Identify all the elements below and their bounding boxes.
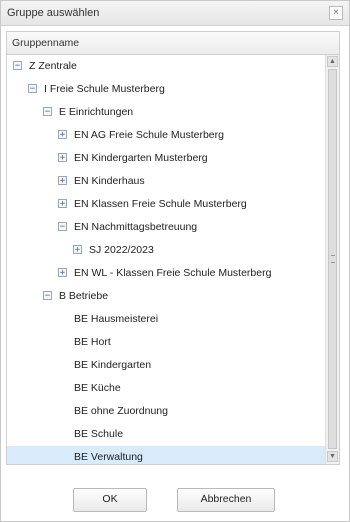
group-tree-panel: Gruppenname − Z Zentrale − I Freie Schule M… — [6, 31, 340, 465]
scroll-up-icon[interactable]: ▲ — [327, 56, 338, 67]
tree-row-label: EN Kindergarten Musterberg — [74, 152, 208, 164]
dialog-titlebar[interactable]: Gruppe auswählen × — [1, 1, 349, 26]
tree-row-label: BE ohne Zuordnung — [74, 405, 168, 417]
tree-row-label: Z Zentrale — [29, 60, 77, 72]
collapse-icon[interactable]: − — [43, 291, 52, 301]
tree-row-label: E Einrichtungen — [59, 106, 134, 118]
tree-row[interactable]: BE Hausmeisterei — [7, 308, 325, 331]
tree-row-label: BE Kindergarten — [74, 359, 152, 371]
grip-icon — [331, 255, 335, 263]
expand-icon[interactable]: + — [73, 245, 82, 255]
vertical-scrollbar[interactable]: ▲ ▼ — [325, 55, 339, 464]
tree-row-label: EN Klassen Freie Schule Musterberg — [74, 198, 247, 210]
tree-row-label: EN WL - Klassen Freie Schule Musterberg — [74, 267, 272, 279]
tree-row-label: BE Hausmeisterei — [74, 313, 159, 325]
expand-icon[interactable]: + — [58, 130, 67, 140]
collapse-icon[interactable]: − — [28, 84, 37, 94]
tree-row[interactable]: + EN Kindergarten Musterberg — [7, 147, 325, 170]
tree-row[interactable]: − EN Nachmittagsbetreuung — [7, 216, 325, 239]
expand-icon[interactable]: + — [58, 153, 67, 163]
tree-row-label: EN AG Freie Schule Musterberg — [74, 129, 224, 141]
dialog-title: Gruppe auswählen — [7, 7, 100, 19]
tree-row[interactable]: − B Betriebe — [7, 285, 325, 308]
tree-row-label: BE Schule — [74, 428, 124, 440]
tree-row[interactable]: + EN AG Freie Schule Musterberg — [7, 124, 325, 147]
tree-row[interactable]: − Z Zentrale — [7, 55, 325, 78]
tree-row-label: EN Nachmittagsbetreuung — [74, 221, 198, 233]
tree-row-label: BE Hort — [74, 336, 111, 348]
cancel-button[interactable]: Abbrechen — [177, 488, 275, 512]
tree-row-label: B Betriebe — [59, 290, 109, 302]
tree-row[interactable]: BE Verwaltung — [7, 446, 325, 464]
expand-icon[interactable]: + — [58, 268, 67, 278]
tree-row[interactable]: BE Schule — [7, 423, 325, 446]
select-group-dialog: Gruppe auswählen × Gruppenname − Z Zentra… — [0, 0, 350, 522]
tree-row[interactable]: BE Kindergarten — [7, 354, 325, 377]
ok-button[interactable]: OK — [73, 488, 147, 512]
tree-row-label: I Freie Schule Musterberg — [44, 83, 165, 95]
tree-row-label: EN Kinderhaus — [74, 175, 145, 187]
column-header-label: Gruppenname — [12, 37, 80, 49]
expand-icon[interactable]: + — [58, 199, 67, 209]
collapse-icon[interactable]: − — [58, 222, 67, 232]
column-header-groupname[interactable]: Gruppenname — [7, 32, 339, 55]
tree-row[interactable]: BE Küche — [7, 377, 325, 400]
expand-icon[interactable]: + — [58, 176, 67, 186]
tree-row[interactable]: BE ohne Zuordnung — [7, 400, 325, 423]
tree-row[interactable]: − E Einrichtungen — [7, 101, 325, 124]
collapse-icon[interactable]: − — [13, 61, 22, 71]
collapse-icon[interactable]: − — [43, 107, 52, 117]
tree-row[interactable]: + EN Klassen Freie Schule Musterberg — [7, 193, 325, 216]
close-icon[interactable]: × — [329, 6, 343, 20]
tree-row[interactable]: + EN Kinderhaus — [7, 170, 325, 193]
tree-row[interactable]: − I Freie Schule Musterberg — [7, 78, 325, 101]
tree-row[interactable]: + EN WL - Klassen Freie Schule Musterberg — [7, 262, 325, 285]
tree-row[interactable]: + SJ 2022/2023 — [7, 239, 325, 262]
tree-row-label: SJ 2022/2023 — [89, 244, 154, 256]
tree-row[interactable]: BE Hort — [7, 331, 325, 354]
tree-row-label: BE Küche — [74, 382, 121, 394]
group-tree: − Z Zentrale − I Freie Schule Musterberg − E … — [7, 55, 325, 464]
scrollbar-thumb[interactable] — [328, 69, 337, 449]
scroll-down-icon[interactable]: ▼ — [327, 451, 338, 462]
tree-row-label: BE Verwaltung — [74, 451, 143, 463]
